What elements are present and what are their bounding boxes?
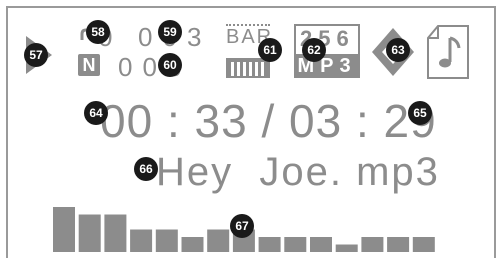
callout-61: 61 xyxy=(258,38,282,62)
equalizer-bar xyxy=(130,229,153,252)
equalizer-bar xyxy=(207,229,230,252)
equalizer-bar xyxy=(258,237,281,252)
equalizer-bar xyxy=(412,237,435,252)
callout-66: 66 xyxy=(134,157,158,181)
callout-59: 59 xyxy=(158,20,182,44)
callout-67: 67 xyxy=(230,214,254,238)
equalizer-bar xyxy=(155,229,178,252)
equalizer-bar xyxy=(361,237,384,252)
equalizer-bar xyxy=(53,207,75,252)
callout-58: 58 xyxy=(86,20,110,44)
equalizer-bar xyxy=(181,237,204,252)
callout-60: 60 xyxy=(158,53,182,77)
equalizer-bar xyxy=(335,244,358,252)
callout-64: 64 xyxy=(84,101,108,125)
equalizer-bar xyxy=(284,237,307,252)
callout-57: 57 xyxy=(24,43,48,67)
equalizer-bar xyxy=(387,237,410,252)
lcd-display-diagram: 0 N 003 006 BAR 256 MP3 00 : 33 / xyxy=(0,0,502,261)
callout-65: 65 xyxy=(408,101,432,125)
equalizer-bar xyxy=(78,214,101,252)
equalizer-bar xyxy=(310,237,332,252)
callout-63: 63 xyxy=(386,38,410,62)
equalizer-bar xyxy=(104,214,127,252)
callout-62: 62 xyxy=(302,38,326,62)
